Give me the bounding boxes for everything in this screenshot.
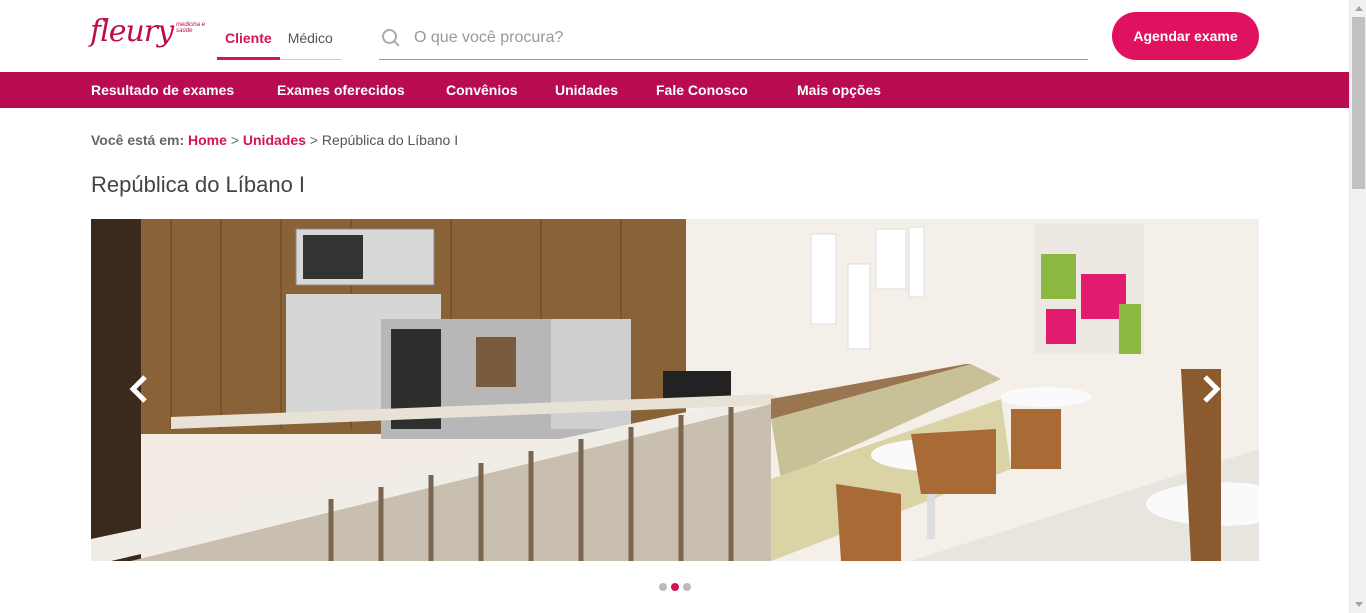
breadcrumb: Você está em: Home > Unidades > Repúblic… xyxy=(91,132,458,148)
carousel-next-button[interactable] xyxy=(1193,371,1229,407)
scroll-up-arrow-icon[interactable] xyxy=(1350,0,1366,17)
unit-photo-carousel xyxy=(91,219,1259,561)
breadcrumb-prefix: Você está em: xyxy=(91,132,185,148)
nav-item-exames-oferecidos[interactable]: Exames oferecidos xyxy=(277,72,405,108)
carousel-dot-3[interactable] xyxy=(683,583,691,591)
search-bar xyxy=(379,16,1088,60)
nav-item-resultado-exames[interactable]: Resultado de exames xyxy=(91,72,234,108)
search-input[interactable] xyxy=(414,28,1054,47)
nav-item-unidades[interactable]: Unidades xyxy=(555,72,618,108)
breadcrumb-unidades-link[interactable]: Unidades xyxy=(243,132,306,148)
main-nav: Resultado de exames Exames oferecidos Co… xyxy=(0,72,1349,108)
carousel-dots xyxy=(659,583,691,591)
carousel-photo xyxy=(91,219,1259,561)
breadcrumb-separator: > xyxy=(309,132,318,148)
logo-wordmark: fleury xyxy=(90,14,174,49)
breadcrumb-home-link[interactable]: Home xyxy=(188,132,227,148)
scrollbar-thumb[interactable] xyxy=(1352,17,1365,189)
fleury-logo[interactable]: fleury medicina e saúde xyxy=(90,14,206,54)
chevron-right-icon xyxy=(1203,375,1221,403)
logo-tagline: medicina e saúde xyxy=(176,22,206,34)
nav-item-mais-opcoes[interactable]: Mais opções xyxy=(797,72,881,108)
nav-item-fale-conosco[interactable]: Fale Conosco xyxy=(656,72,748,108)
carousel-dot-1[interactable] xyxy=(659,583,667,591)
scroll-down-arrow-icon[interactable] xyxy=(1350,596,1366,613)
tab-medico[interactable]: Médico xyxy=(280,18,341,60)
carousel-prev-button[interactable] xyxy=(121,371,157,407)
site-header: fleury medicina e saúde Cliente Médico A… xyxy=(0,0,1349,72)
schedule-exam-button[interactable]: Agendar exame xyxy=(1112,12,1259,60)
nav-item-convenios[interactable]: Convênios xyxy=(446,72,518,108)
breadcrumb-separator: > xyxy=(230,132,239,148)
chevron-left-icon xyxy=(129,375,147,403)
search-icon[interactable] xyxy=(381,28,401,48)
page-scrollbar[interactable] xyxy=(1349,0,1366,613)
audience-tabs: Cliente Médico xyxy=(217,18,342,60)
breadcrumb-current: República do Líbano I xyxy=(321,132,459,148)
carousel-dot-2[interactable] xyxy=(671,583,679,591)
tab-cliente[interactable]: Cliente xyxy=(217,18,280,60)
page-title: República do Líbano I xyxy=(91,172,306,197)
